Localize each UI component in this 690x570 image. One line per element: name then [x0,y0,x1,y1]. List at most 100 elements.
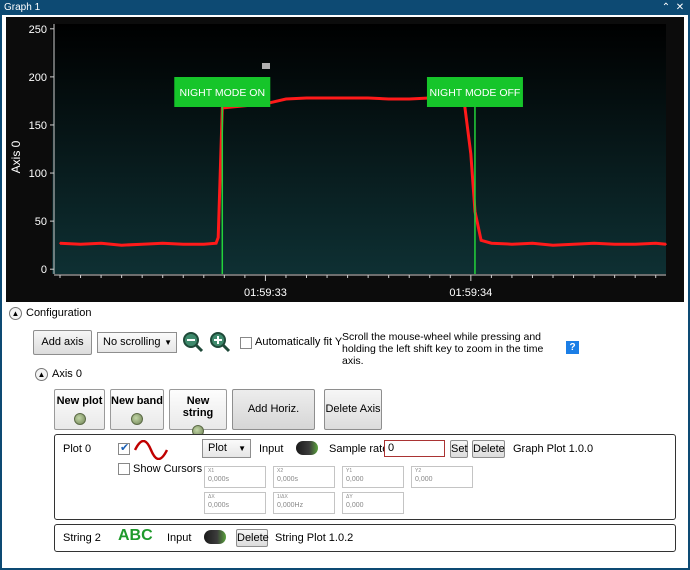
auto-fit-label: Automatically fit Y [255,336,343,348]
data-point [59,242,61,245]
zoom-out-icon[interactable] [182,331,204,353]
delete-plot-button[interactable]: Delete [472,440,505,458]
data-point [215,242,217,245]
window-title: Graph 1 [4,2,41,13]
axis-header[interactable]: ▲ Axis 0 [35,366,82,382]
data-point [593,242,595,245]
scroll-mode-select[interactable]: No scrolling ▼ [97,332,177,353]
configuration-title: Configuration [26,307,92,319]
data-point [572,243,575,245]
data-point [346,97,349,99]
add-horiz-cursor-button[interactable]: Add Horiz. Cursor [232,389,315,454]
set-sample-rate-button[interactable]: Set [450,440,468,458]
new-band-button[interactable]: New band [110,389,164,430]
x-tick-label: 01:59:33 [244,287,287,299]
data-point [141,243,143,245]
window-title-bar: Graph 1 [0,0,690,15]
show-cursors-label: Show Cursors [133,463,203,475]
delete-string-button[interactable]: Delete [236,529,269,547]
collapse-window-icon[interactable]: ⌃ [660,0,672,15]
data-point [665,243,667,245]
sine-wave-icon [134,440,168,460]
data-point [480,239,482,242]
new-string-button[interactable]: New string [169,389,227,437]
sample-rate-input[interactable]: 0 [384,440,445,457]
stat-y2: Y2 0,000 [411,466,473,488]
string2-input-label: Input [167,532,192,544]
data-point [613,243,616,245]
string2-input-jack-icon[interactable] [204,530,226,544]
data-point [120,244,123,246]
data-point [326,97,328,99]
cursor-handle[interactable] [262,63,270,69]
stat-delta-y: ΔY 0,000 [342,492,404,514]
stat-y1: Y1 0,000 [342,466,404,488]
new-band-label: New band [111,395,163,407]
add-axis-button[interactable]: Add axis [33,330,92,355]
chart-svg[interactable]: 0 50 100 150 200 250 01:59:33 01:59:34 NIGHT M… [6,17,684,302]
chevron-down-icon: ▼ [238,444,246,453]
data-point [161,242,164,245]
zoom-in-icon[interactable] [209,331,231,353]
data-point [182,243,185,245]
delete-axis-button[interactable]: Delete Axis [324,389,382,430]
new-string-label: New string [182,395,214,419]
stat-delta-x: ΔX 0,000s [204,492,266,514]
y-tick-label: 150 [29,120,47,132]
stat-x1: X1 0,000s [204,466,266,488]
data-point [285,98,287,100]
collapse-up-icon[interactable]: ▲ [9,306,22,320]
data-point [552,244,554,246]
auto-fit-checkbox[interactable] [240,337,252,349]
configuration-header[interactable]: ▲ Configuration [9,305,91,321]
plot0-input-label: Input [259,443,284,455]
marker-label: NIGHT MODE OFF [430,87,521,99]
x-axis: 01:59:33 01:59:34 [54,274,666,299]
new-plot-label: New plot [56,395,103,407]
chevron-down-icon: ▼ [164,338,172,347]
data-point [470,153,472,155]
data-point [531,242,534,245]
new-plot-button[interactable]: New plot [54,389,105,430]
y-tick-label: 200 [29,72,47,84]
y-tick-label: 250 [29,24,47,36]
data-point [654,242,657,245]
plot-version-label: Graph Plot 1.0.0 [513,443,594,455]
close-window-icon[interactable]: ✕ [674,0,686,15]
data-point [511,243,513,245]
y-axis: 0 50 100 150 200 250 [29,24,55,276]
x-tick-label: 01:59:34 [449,287,492,299]
plot-knob-icon [73,413,86,425]
chart-panel[interactable]: 0 50 100 150 200 250 01:59:33 01:59:34 NIGHT M… [6,17,684,302]
marker-label: NIGHT MODE ON [180,87,266,99]
plot0-name: Plot 0 [63,443,92,455]
data-point [408,98,411,100]
y-tick-label: 0 [41,264,47,276]
axis-title: Axis 0 [52,368,82,380]
collapse-axis-icon[interactable]: ▲ [35,367,48,381]
plot-type-value: Plot [208,442,227,454]
data-point [202,243,205,245]
sample-rate-label: Sample rate [329,443,389,455]
y-tick-label: 100 [29,168,47,180]
data-point [634,243,636,245]
plot0-visible-checkbox[interactable] [118,441,130,455]
show-cursors-checkbox[interactable] [118,463,130,475]
plot-area[interactable] [52,24,666,274]
data-point [367,97,369,99]
data-point [79,243,82,245]
plot0-input-jack-icon[interactable] [296,441,318,455]
y-axis-label: Axis 0 [9,140,23,173]
data-point [100,242,102,245]
data-point [217,236,219,239]
data-point [223,106,226,109]
help-icon[interactable]: ? [566,341,579,354]
plot-type-select[interactable]: Plot ▼ [202,439,251,458]
data-point [305,97,308,99]
y-tick-label: 50 [35,216,47,228]
scroll-mode-value: No scrolling [103,336,161,348]
string2-name: String 2 [63,532,101,544]
band-knob-icon [131,413,143,425]
stat-x2: X2 0,000s [273,466,335,488]
data-point [387,98,390,100]
